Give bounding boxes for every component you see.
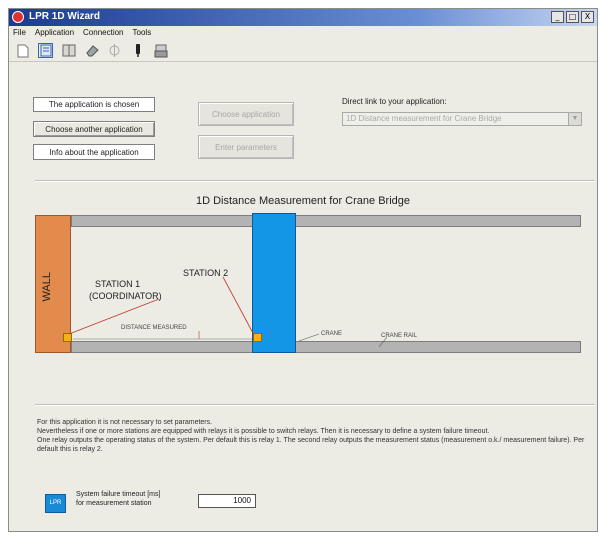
choose-application-button[interactable]: Choose application — [198, 102, 294, 126]
crane-label: CRANE — [321, 331, 343, 337]
distance-label: DISTANCE MEASURED — [121, 325, 187, 331]
menu-tools[interactable]: Tools — [133, 26, 152, 39]
application-window: LPR 1D Wizard _ □ X File Application Con… — [8, 8, 598, 532]
info-paragraph: One relay outputs the operating status o… — [37, 437, 585, 453]
station1-label: STATION 1 — [95, 279, 141, 289]
title-bar[interactable]: LPR 1D Wizard _ □ X — [9, 9, 597, 26]
app-logo-icon — [12, 11, 24, 23]
new-file-icon[interactable] — [15, 43, 30, 58]
info-text: For this application it is not necessary… — [37, 418, 585, 454]
station1-sublabel: (COORDINATOR) — [89, 291, 162, 301]
book-icon[interactable] — [61, 43, 76, 58]
timeout-label: System failure timeout [ms] — [76, 491, 161, 498]
station2-marker — [253, 333, 262, 342]
info-about-application-button[interactable]: Info about the application — [33, 144, 155, 160]
toolbar — [9, 40, 597, 62]
diagram-title: 1D Distance Measurement for Crane Bridge — [196, 195, 410, 207]
upper-rail — [71, 215, 581, 227]
eraser-icon[interactable] — [84, 43, 99, 58]
station1-marker — [63, 333, 72, 342]
window-title: LPR 1D Wizard — [29, 11, 101, 22]
crane-rail — [71, 341, 581, 353]
crane-block — [252, 213, 296, 353]
menu-application[interactable]: Application — [35, 26, 74, 39]
menu-connection[interactable]: Connection — [83, 26, 123, 39]
close-button[interactable]: X — [581, 11, 594, 23]
info-paragraph: For this application it is not necessary… — [37, 419, 213, 426]
separator-top — [35, 180, 595, 182]
separator-bottom — [35, 404, 595, 406]
choose-another-application-button[interactable]: Choose another application — [33, 121, 155, 137]
enter-parameters-button[interactable]: Enter parameters — [198, 135, 294, 159]
connect-icon[interactable] — [107, 43, 122, 58]
timeout-sublabel: for measurement station — [76, 500, 152, 507]
open-file-icon[interactable] — [38, 43, 53, 58]
direct-link-label: Direct link to your application: — [342, 97, 447, 106]
application-select-value: 1D Distance measurement for Crane Bridge — [346, 114, 502, 123]
wall-label: WALL — [41, 272, 53, 302]
menu-bar: File Application Connection Tools — [9, 26, 597, 39]
minimize-button[interactable]: _ — [551, 11, 564, 23]
chevron-down-icon[interactable]: ▼ — [568, 113, 581, 125]
printer-icon[interactable] — [153, 43, 168, 58]
station2-label: STATION 2 — [183, 268, 229, 278]
menu-file[interactable]: File — [13, 26, 26, 39]
application-select[interactable]: 1D Distance measurement for Crane Bridge… — [342, 112, 582, 126]
lpr-device-icon: LPR — [45, 494, 66, 513]
timeout-input[interactable]: 1000 — [198, 494, 256, 508]
crane-rail-label: CRANE RAIL — [381, 333, 418, 339]
info-paragraph: Nevertheless if one or more stations are… — [37, 428, 490, 435]
maximize-button[interactable]: □ — [566, 11, 579, 23]
device-icon[interactable] — [130, 43, 145, 58]
application-chosen-button[interactable]: The application is chosen — [33, 97, 155, 112]
